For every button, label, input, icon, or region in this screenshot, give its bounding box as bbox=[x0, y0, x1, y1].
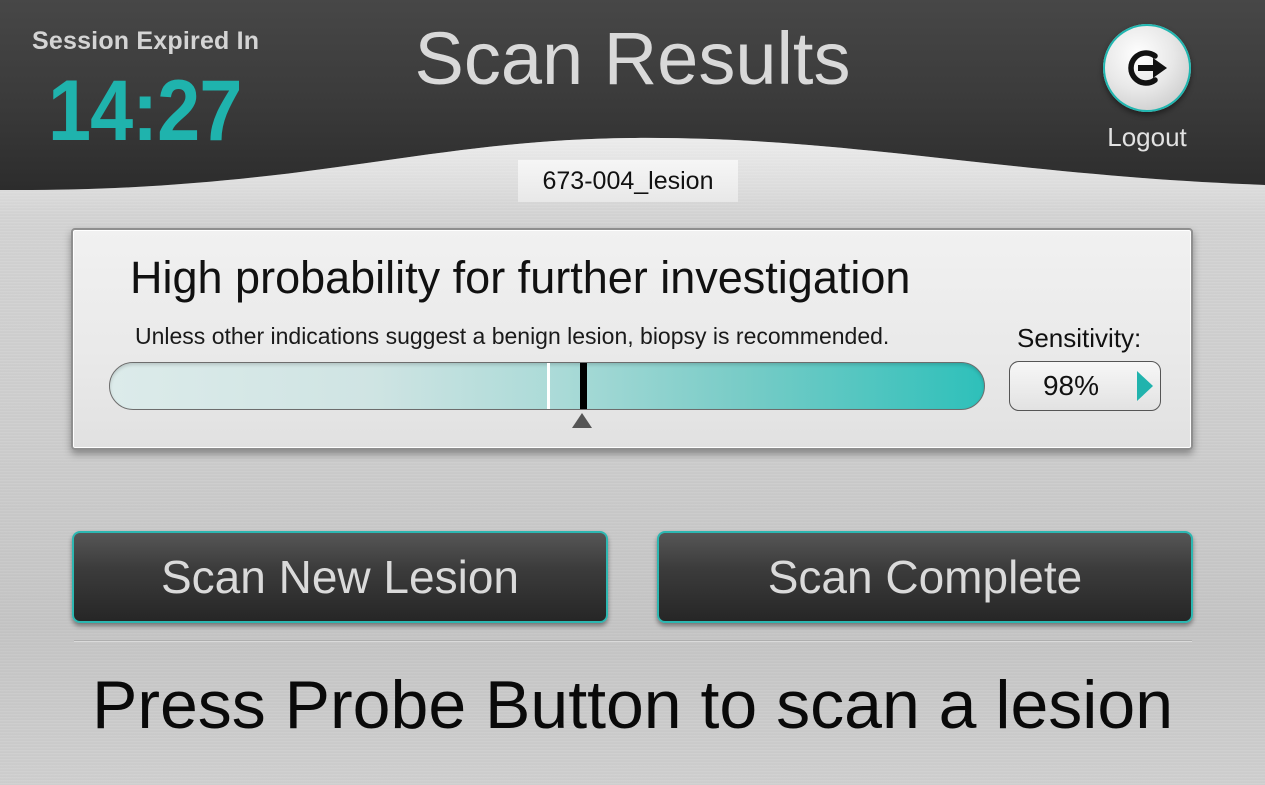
result-recommendation: Unless other indications suggest a benig… bbox=[135, 323, 890, 349]
logout-label: Logout bbox=[1107, 122, 1187, 152]
sensitivity-value: 98% bbox=[1042, 370, 1100, 401]
result-panel: High probability for further investigati… bbox=[71, 228, 1193, 450]
lesion-id-label: 673-004_lesion bbox=[518, 160, 738, 202]
sensitivity-selector[interactable]: 98% bbox=[1009, 361, 1161, 411]
logout-button[interactable] bbox=[1103, 24, 1191, 112]
probability-marker bbox=[579, 363, 587, 409]
instruction-text: Press Probe Button to scan a lesion bbox=[91, 667, 1174, 743]
probability-bar bbox=[109, 362, 985, 410]
scan-complete-button[interactable]: Scan Complete bbox=[657, 531, 1193, 623]
probability-threshold-line bbox=[546, 363, 550, 409]
page-title: Scan Results bbox=[414, 17, 851, 100]
scan-new-lesion-button[interactable]: Scan New Lesion bbox=[72, 531, 608, 623]
probability-pointer-icon bbox=[572, 413, 593, 428]
logout-icon bbox=[1128, 50, 1167, 86]
chevron-right-icon[interactable] bbox=[1137, 371, 1153, 401]
divider bbox=[74, 640, 1192, 642]
sensitivity-label: Sensitivity: bbox=[1017, 323, 1142, 353]
result-heading: High probability for further investigati… bbox=[130, 252, 911, 303]
